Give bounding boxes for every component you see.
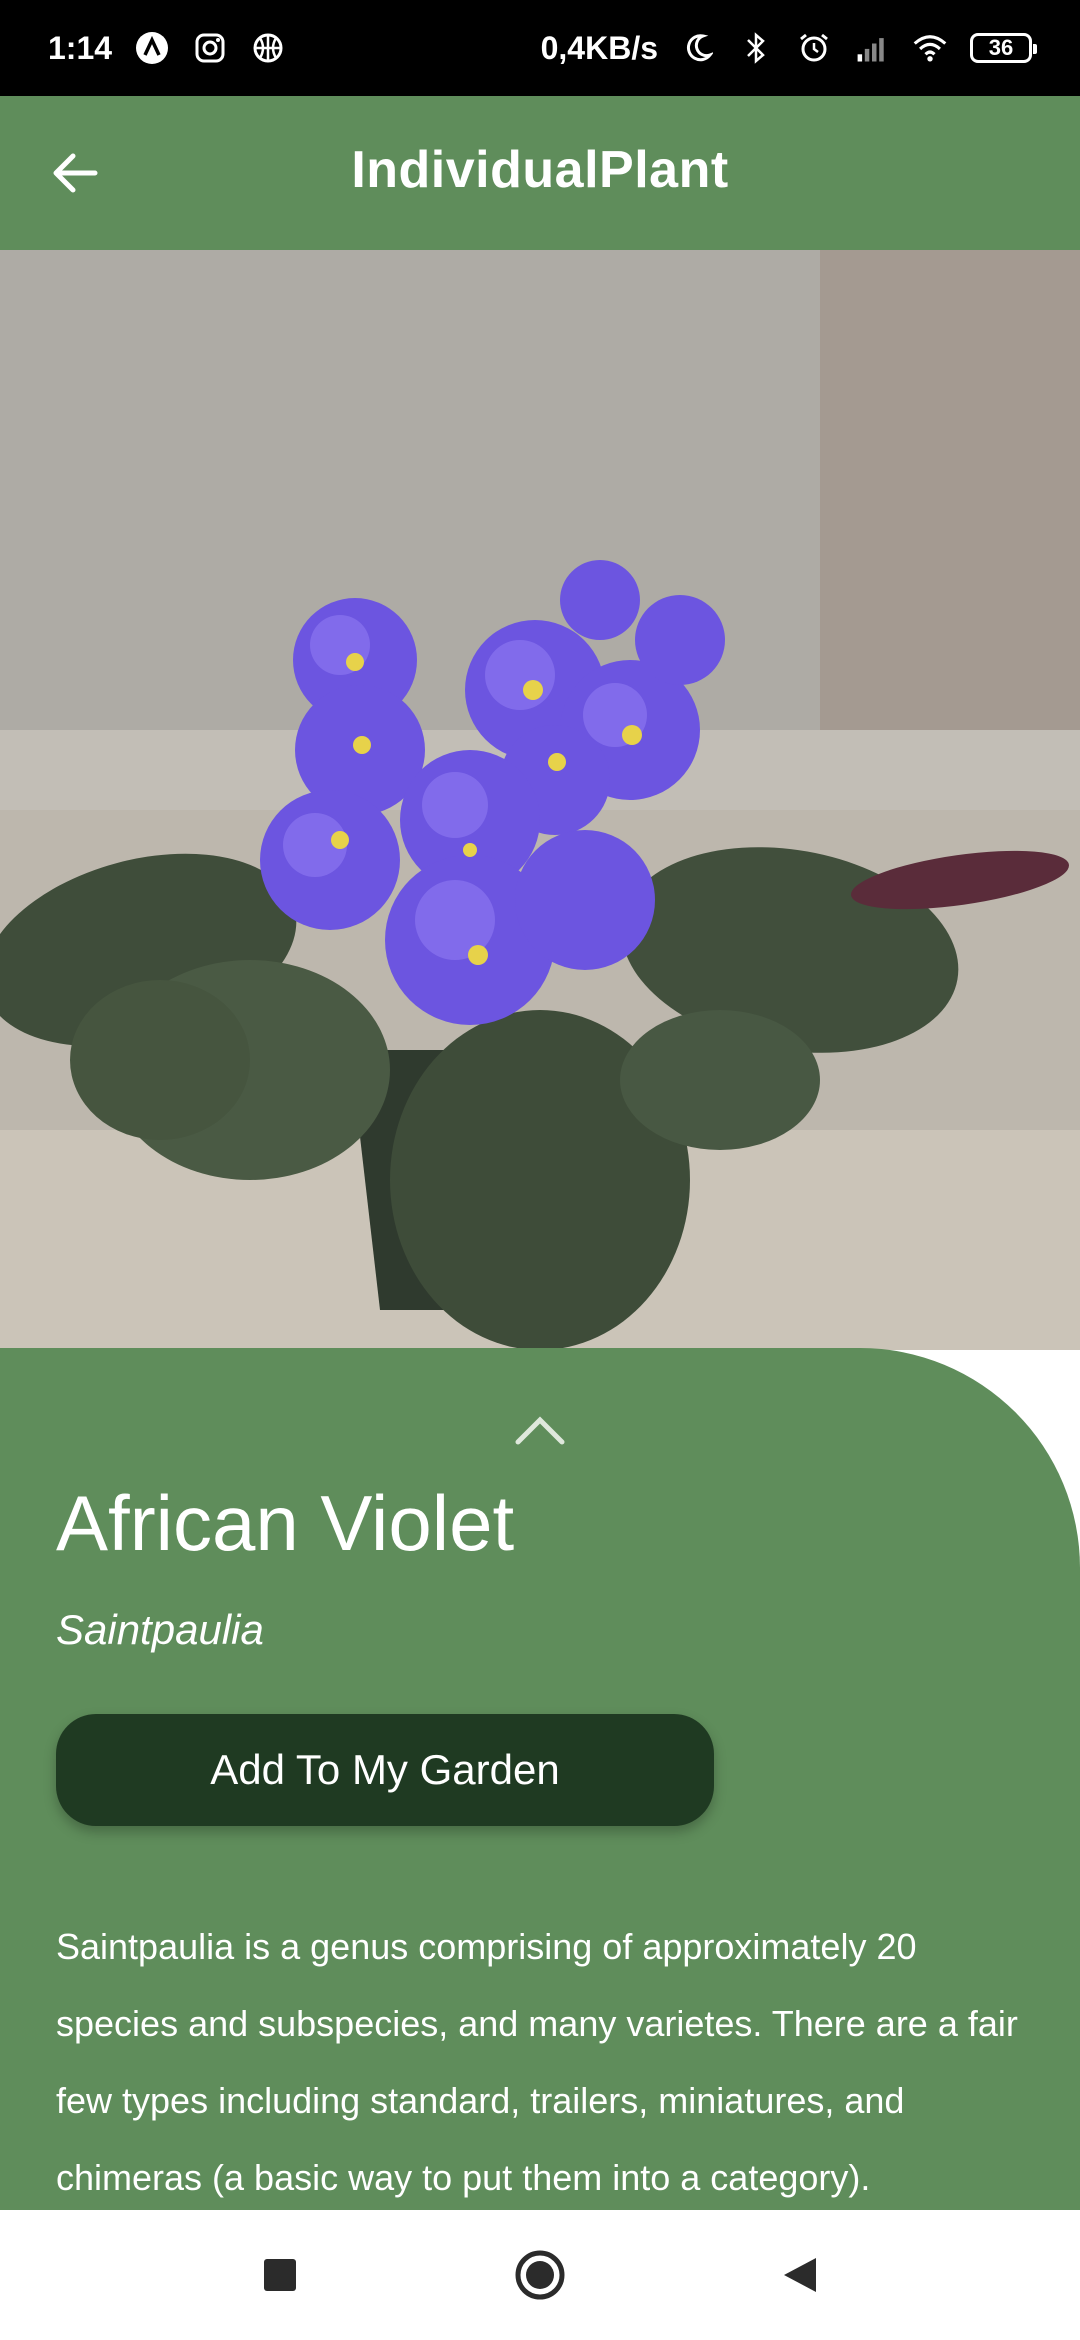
- page-title: IndividualPlant: [351, 141, 729, 199]
- plant-description: Saintpaulia is a genus comprising of app…: [56, 1926, 1018, 2198]
- app-notification-icon: [134, 30, 170, 66]
- system-back-button[interactable]: [770, 2245, 830, 2305]
- network-speed: 0,4KB/s: [540, 29, 658, 66]
- status-bar: 1:14 0,4KB/s 36: [0, 0, 1080, 96]
- bluetooth-icon: [738, 30, 774, 66]
- system-navigation-bar: [0, 2210, 1080, 2340]
- circle-icon: [515, 2250, 565, 2300]
- plant-name: African Violet: [56, 1479, 515, 1567]
- battery-indicator: 36: [970, 33, 1037, 63]
- battery-level: 36: [988, 35, 1014, 60]
- app-bar: IndividualPlant: [0, 96, 1080, 250]
- status-time: 1:14: [48, 29, 113, 66]
- scientific-name: Saintpaulia: [56, 1606, 264, 1653]
- add-to-garden-button[interactable]: Add To My Garden: [56, 1714, 714, 1826]
- wifi-icon: [912, 30, 948, 66]
- instagram-icon: [192, 30, 228, 66]
- basketball-icon: [250, 30, 286, 66]
- signal-icon: [854, 30, 890, 66]
- home-button[interactable]: [510, 2245, 570, 2305]
- square-icon: [264, 2259, 296, 2291]
- plant-image: [0, 250, 1080, 1350]
- triangle-back-icon: [784, 2258, 816, 2292]
- recent-apps-button[interactable]: [250, 2245, 310, 2305]
- do-not-disturb-moon-icon: [680, 30, 716, 66]
- chevron-up-icon[interactable]: [512, 1412, 568, 1448]
- plant-info-panel: African Violet Saintpaulia Add To My Gar…: [0, 1348, 1080, 2210]
- alarm-icon: [796, 30, 832, 66]
